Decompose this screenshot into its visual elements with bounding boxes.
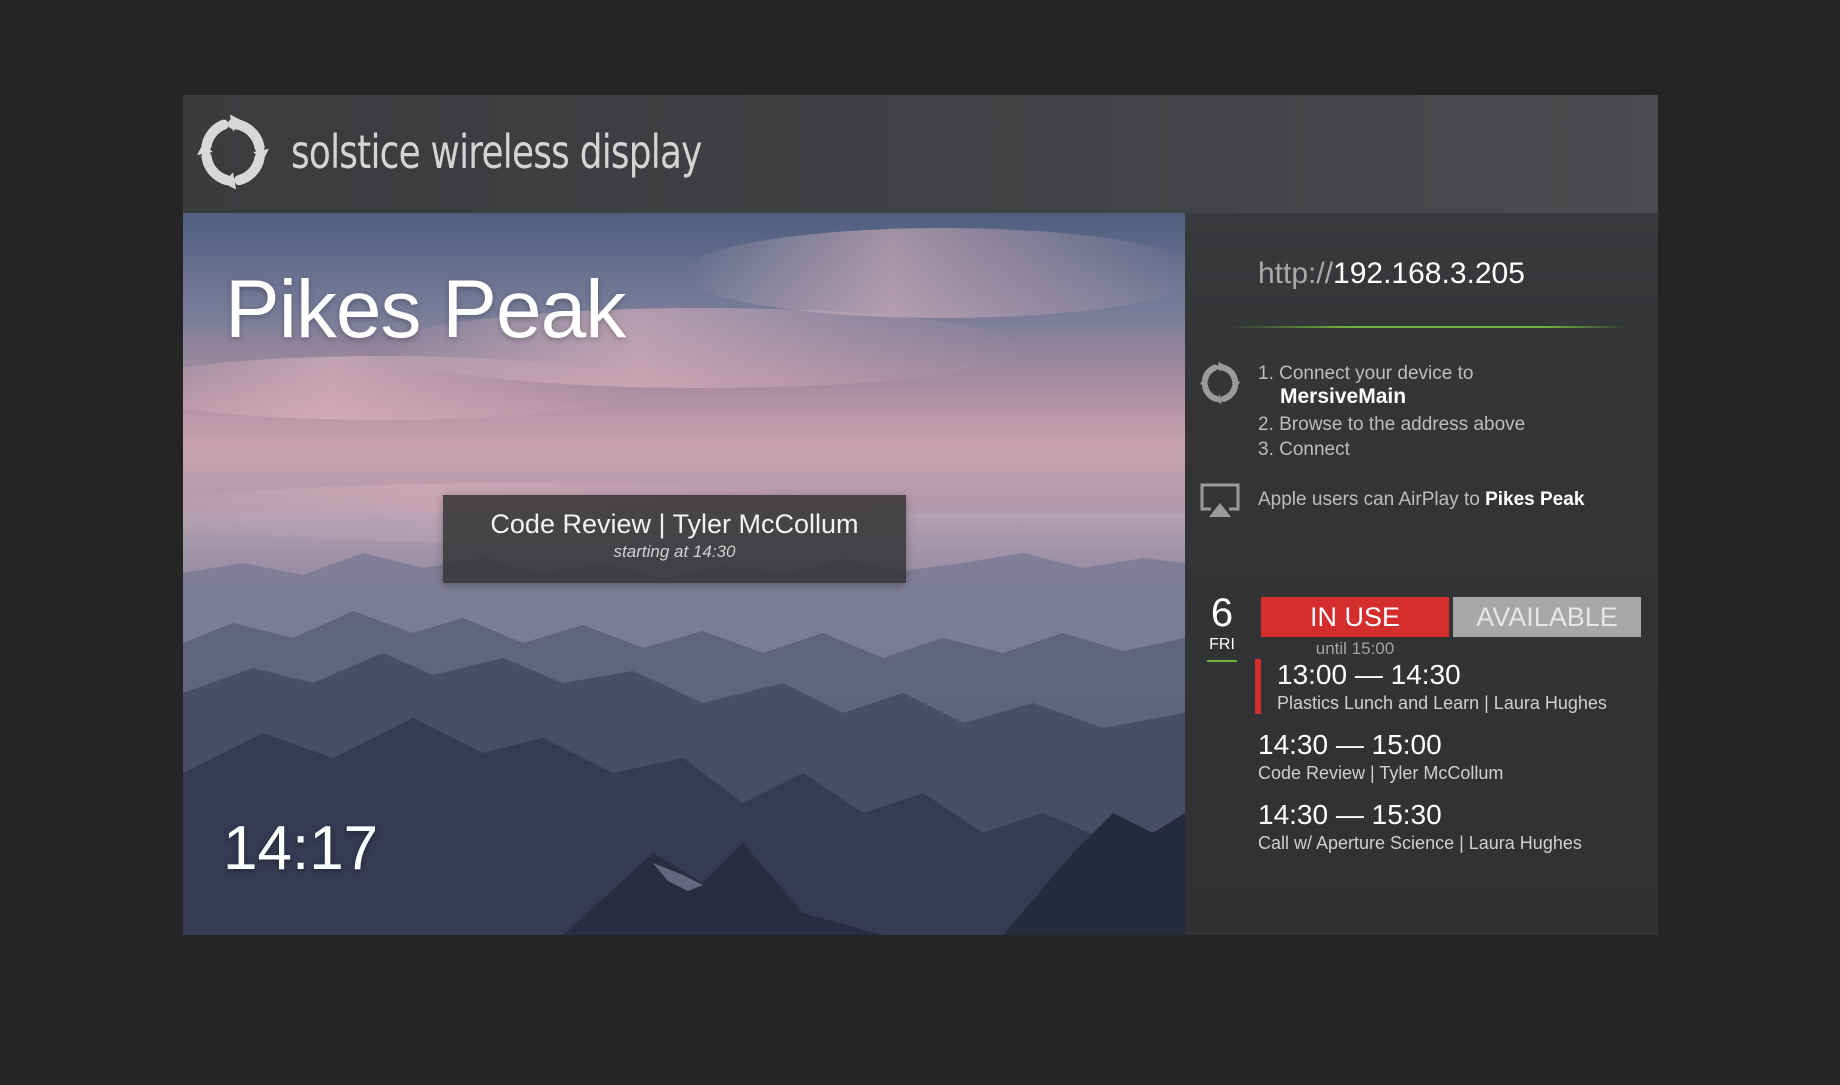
date-underline xyxy=(1207,660,1237,662)
next-meeting-start-time: starting at 14:30 xyxy=(613,542,736,561)
current-time: 14:17 xyxy=(223,814,379,883)
airplay-icon xyxy=(1200,483,1240,517)
available-status[interactable]: AVAILABLE xyxy=(1453,597,1641,637)
event-time: 14:30 — 15:00 xyxy=(1258,729,1442,760)
event-time: 14:30 — 15:30 xyxy=(1258,799,1442,830)
schedule-event: 14:30 — 15:30 Call w/ Aperture Science |… xyxy=(1258,799,1582,854)
next-meeting-title: Code Review | Tyler McCollum xyxy=(490,509,859,539)
solstice-display-screen: solstice wireless display Pikes Peak Cod… xyxy=(183,95,1658,935)
step-2: 2. Browse to the address above xyxy=(1258,414,1526,435)
solstice-swirl-icon xyxy=(197,114,269,190)
info-sidebar: http://192.168.3.205 1. Connect your dev… xyxy=(1185,213,1658,935)
event-time: 13:00 — 14:30 xyxy=(1277,659,1461,690)
room-name: Pikes Peak xyxy=(225,264,626,355)
in-use-status[interactable]: IN USE xyxy=(1261,597,1449,637)
step-1: 1. Connect your device to xyxy=(1258,363,1474,384)
status-until: until 15:00 xyxy=(1315,639,1395,658)
next-meeting-banner: Code Review | Tyler McCollum starting at… xyxy=(443,495,906,583)
url-address: 192.168.3.205 xyxy=(1333,257,1525,290)
url-divider xyxy=(1228,326,1628,328)
connection-url[interactable]: http://192.168.3.205 xyxy=(1258,257,1525,291)
room-background-panel: Pikes Peak Code Review | Tyler McCollum … xyxy=(183,213,1185,935)
solstice-swirl-icon xyxy=(1199,361,1241,405)
schedule-event: 14:30 — 15:00 Code Review | Tyler McColl… xyxy=(1258,729,1503,784)
date-weekday: FRI xyxy=(1209,636,1235,653)
network-name: MersiveMain xyxy=(1280,385,1407,408)
brand-title: solstice wireless display xyxy=(291,125,702,179)
airplay-target: Pikes Peak xyxy=(1485,489,1585,510)
event-title: Plastics Lunch and Learn | Laura Hughes xyxy=(1277,693,1607,713)
date-day-number: 6 xyxy=(1210,591,1234,635)
header-bar: solstice wireless display xyxy=(183,95,1658,213)
step-3: 3. Connect xyxy=(1258,439,1350,460)
event-title: Code Review | Tyler McCollum xyxy=(1258,763,1504,783)
schedule-event-current: 13:00 — 14:30 Plastics Lunch and Learn |… xyxy=(1255,659,1607,714)
airplay-instructions: Apple users can AirPlay to Pikes Peak xyxy=(1258,489,1584,511)
event-title: Call w/ Aperture Science | Laura Hughes xyxy=(1258,833,1582,853)
url-protocol: http:// xyxy=(1258,257,1334,290)
airplay-prefix: Apple users can AirPlay to xyxy=(1258,489,1486,510)
